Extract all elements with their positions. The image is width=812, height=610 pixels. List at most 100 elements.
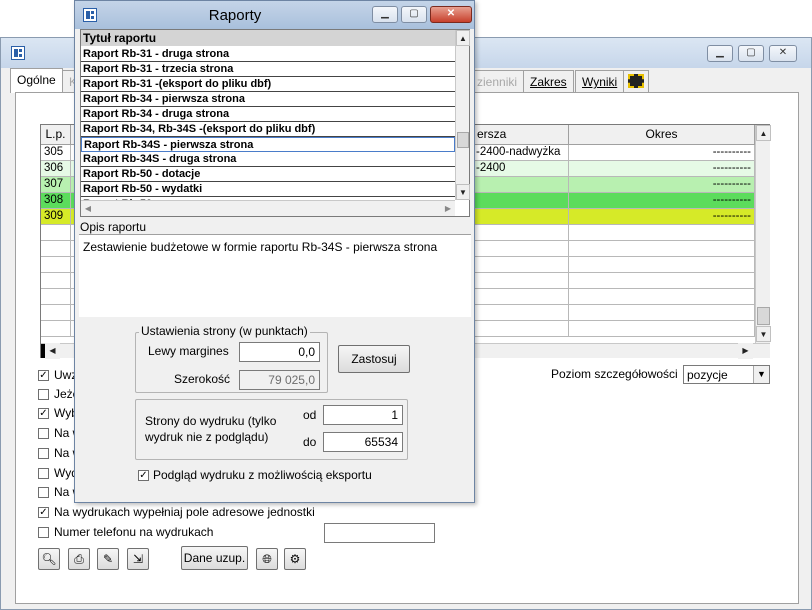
- poziom-select[interactable]: pozycje ▼: [683, 365, 770, 384]
- grid-vscrollbar[interactable]: ▲ ▼: [755, 125, 771, 343]
- tab-wyniki[interactable]: Wyniki: [575, 70, 625, 92]
- list-item[interactable]: Raport Rb-31 - trzecia strona: [81, 62, 455, 77]
- scroll-left-icon[interactable]: ◀: [45, 343, 60, 359]
- szerokosc-input: 79 025,0: [239, 370, 320, 390]
- scroll-down-icon[interactable]: ▼: [456, 184, 470, 200]
- table-cell-col: [473, 305, 569, 321]
- list-item[interactable]: Raport Rb-31 -(eksport do pliku dbf): [81, 77, 455, 92]
- list-item[interactable]: Raport Rb-34, Rb-34S -(eksport do pliku …: [81, 122, 455, 137]
- grid-header-lp[interactable]: L.p.: [41, 125, 71, 145]
- poziom-label: Poziom szczegółowości: [551, 367, 678, 381]
- scroll-up-icon[interactable]: ▲: [456, 30, 470, 46]
- phone-input[interactable]: [324, 523, 435, 543]
- option-checkbox[interactable]: ✓: [38, 408, 49, 419]
- lewy-margines-input[interactable]: 0,0: [239, 342, 320, 362]
- dane-uzup-button[interactable]: Dane uzup.: [181, 546, 248, 570]
- film-icon: [628, 74, 644, 88]
- scroll-thumb[interactable]: [457, 132, 469, 148]
- edit-icon[interactable]: ✎: [97, 548, 119, 570]
- scroll-down-icon[interactable]: ▼: [756, 326, 771, 342]
- table-cell-okres: [569, 225, 755, 241]
- option-label: Numer telefonu na wydrukach: [54, 525, 214, 539]
- do-input[interactable]: 65534: [323, 432, 403, 452]
- option-checkbox[interactable]: [38, 389, 49, 400]
- table-cell-okres: ----------: [569, 145, 755, 161]
- tab-zakres[interactable]: Zakres: [523, 70, 574, 92]
- table-cell-okres: [569, 257, 755, 273]
- maximize-icon[interactable]: ▢: [738, 45, 764, 62]
- table-cell-col: [473, 289, 569, 305]
- podglad-label: Podgląd wydruku z możliwością eksportu: [153, 468, 372, 482]
- tab-dzienniki[interactable]: zienniki: [471, 70, 525, 92]
- scroll-right-icon[interactable]: ▶: [738, 343, 753, 359]
- scroll-up-icon[interactable]: ▲: [756, 125, 771, 141]
- opis-label: Opis raportu: [80, 220, 147, 234]
- list-item[interactable]: Raport Rb-34 - pierwsza strona: [81, 92, 455, 107]
- maximize-icon[interactable]: ▢: [401, 6, 427, 23]
- list-vscrollbar[interactable]: ▲ ▼: [455, 30, 470, 200]
- list-item[interactable]: Raport Rb-50 - wydatki: [81, 182, 455, 197]
- list-item[interactable]: Raport Rb-34 - druga strona: [81, 107, 455, 122]
- szer-label: Szerokość: [174, 372, 231, 386]
- table-cell-lp: [41, 321, 71, 337]
- table-cell-lp: 306: [41, 161, 71, 177]
- table-cell-okres: ----------: [569, 193, 755, 209]
- option-checkbox[interactable]: ✓: [38, 507, 49, 518]
- table-cell-lp: 309: [41, 209, 71, 225]
- strony-label: Strony do wydruku (tylko wydruk nie z po…: [145, 414, 277, 444]
- list-items: Raport Rb-31 - druga strona Raport Rb-31 …: [81, 47, 455, 200]
- list-item[interactable]: Raport Rb-34S - druga strona: [81, 152, 455, 167]
- tab-label: zienniki: [477, 75, 518, 89]
- chevron-down-icon[interactable]: ▼: [753, 366, 769, 383]
- scroll-thumb[interactable]: [757, 307, 770, 325]
- table-cell-lp: [41, 273, 71, 289]
- report-list: Tytuł raportu Raport Rb-31 - druga stron…: [80, 29, 470, 217]
- tab-label: Wyniki: [582, 75, 618, 89]
- option-checkbox[interactable]: [38, 428, 49, 439]
- option-checkbox[interactable]: [38, 468, 49, 479]
- tab-label: Ogólne: [17, 73, 56, 87]
- list-header[interactable]: Tytuł raportu: [81, 30, 455, 46]
- settings-icon[interactable]: ⚙: [284, 548, 306, 570]
- close-icon[interactable]: ✕: [430, 6, 472, 23]
- dialog-title: Raporty: [208, 7, 262, 24]
- table-cell-okres: ----------: [569, 161, 755, 177]
- preview-icon[interactable]: 🔍︎: [38, 548, 60, 570]
- table-cell-lp: [41, 305, 71, 321]
- option-checkbox[interactable]: [38, 527, 49, 538]
- tab-label: Zakres: [530, 75, 567, 89]
- table-cell-col: [473, 321, 569, 337]
- minimize-icon[interactable]: ▁: [707, 45, 733, 62]
- option-checkbox[interactable]: ✓: [38, 370, 49, 381]
- export-icon[interactable]: ⇲: [127, 548, 149, 570]
- scroll-right-icon[interactable]: ▶: [441, 201, 455, 216]
- option-checkbox[interactable]: [38, 448, 49, 459]
- minimize-icon[interactable]: ▁: [372, 6, 398, 23]
- grid-header-okres[interactable]: Okres: [569, 125, 755, 145]
- table-cell-lp: [41, 289, 71, 305]
- table-cell-col: -2400: [473, 161, 569, 177]
- option-checkbox[interactable]: [38, 487, 49, 498]
- tab-ogolne[interactable]: Ogólne: [10, 68, 63, 93]
- grid-header-col[interactable]: ersza: [473, 125, 569, 145]
- list-item[interactable]: Raport Rb-31 - druga strona: [81, 47, 455, 62]
- table-cell-okres: [569, 273, 755, 289]
- podglad-checkbox[interactable]: ✓: [138, 470, 149, 481]
- scroll-left-icon[interactable]: ◀: [81, 201, 95, 216]
- tab-film[interactable]: [623, 70, 649, 92]
- close-icon[interactable]: ✕: [769, 45, 797, 62]
- table-cell-lp: 307: [41, 177, 71, 193]
- list-hscrollbar[interactable]: ◀ ▶: [81, 200, 455, 216]
- od-input[interactable]: 1: [323, 405, 403, 425]
- zastosuj-button[interactable]: Zastosuj: [338, 345, 410, 373]
- table-cell-okres: ----------: [569, 177, 755, 193]
- print-icon[interactable]: ⎙: [68, 548, 90, 570]
- table-cell-okres: ----------: [569, 209, 755, 225]
- table-cell-col: [473, 177, 569, 193]
- list-item[interactable]: Raport Rb-50 - dotacje: [81, 167, 455, 182]
- opis-box: Zestawienie budżetowe w formie raportu R…: [79, 234, 471, 317]
- globe-icon[interactable]: 🌐︎: [256, 548, 278, 570]
- dialog-titlebar: Raporty ▁ ▢ ✕: [75, 1, 474, 29]
- table-cell-lp: 308: [41, 193, 71, 209]
- list-item[interactable]: Raport Rb-34S - pierwsza strona: [81, 137, 455, 152]
